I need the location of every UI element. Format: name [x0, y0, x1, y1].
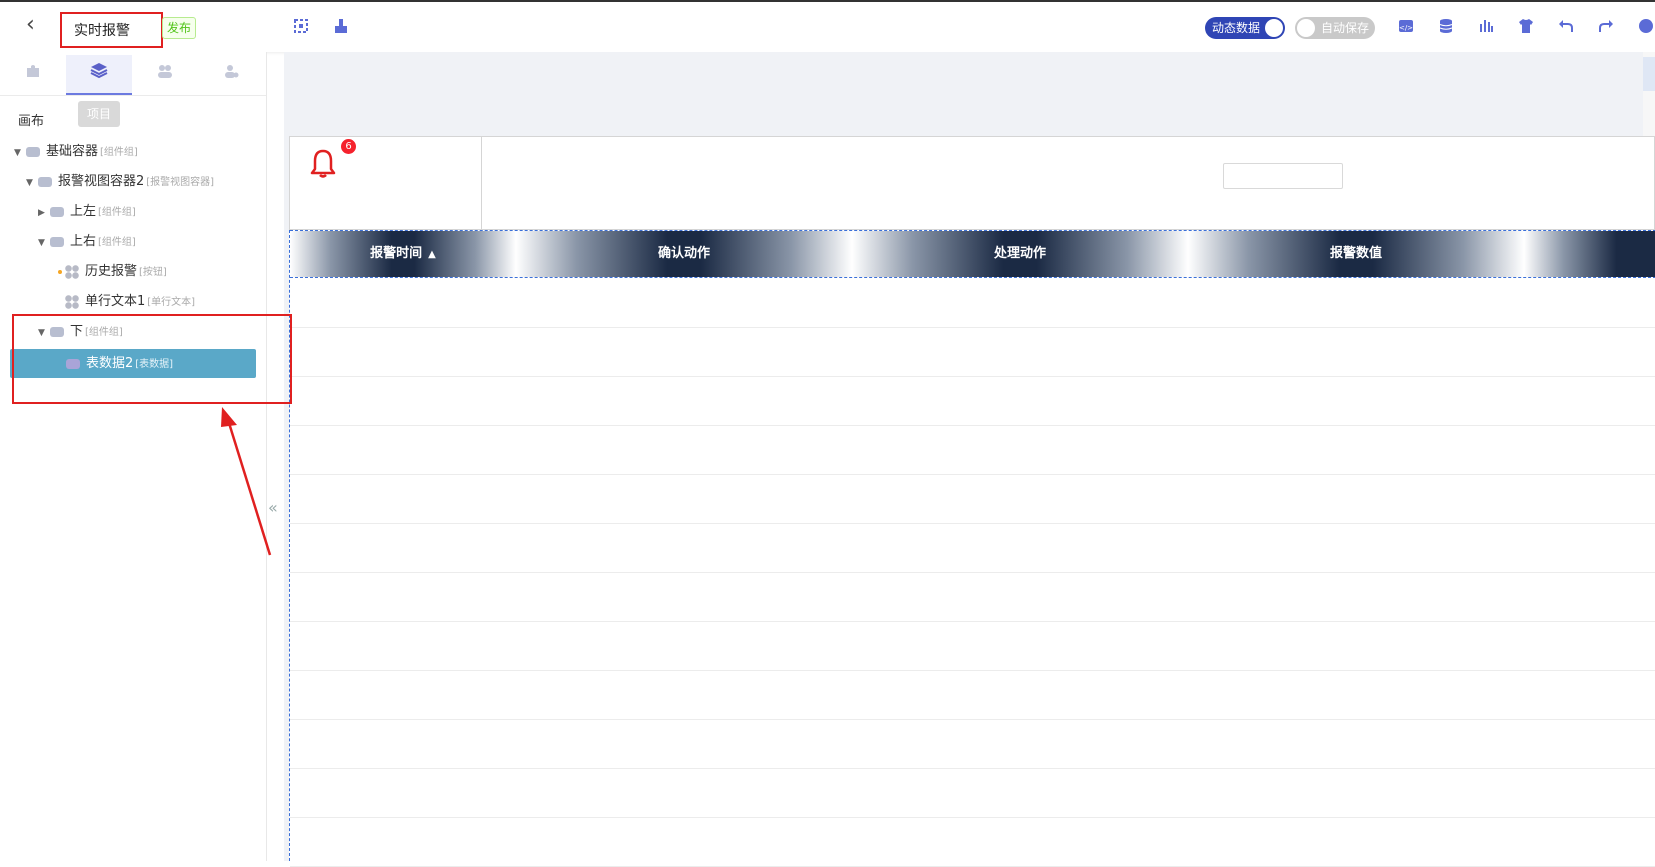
node-label: 上左 [70, 204, 97, 219]
bell-icon[interactable] [309, 148, 337, 178]
column-header-alarm-time[interactable]: 报警时间 ▲ [290, 231, 516, 277]
tab-divider [0, 95, 266, 96]
tab-components[interactable] [0, 55, 66, 93]
table-header: 报警时间 ▲ 确认动作 处理动作 报警数值 [290, 230, 1655, 278]
tab-user-settings[interactable] [198, 55, 264, 93]
table-row[interactable] [290, 768, 1655, 818]
info-icon[interactable] [1637, 18, 1655, 36]
dynamic-data-toggle[interactable]: 动态数据 [1205, 17, 1285, 39]
column-header-handle-action[interactable]: 处理动作 [852, 231, 1188, 277]
node-type: [单行文本] [147, 297, 196, 308]
node-type: [按钮] [139, 267, 167, 278]
publish-badge[interactable]: 发布 [162, 17, 197, 39]
column-label: 确认动作 [657, 246, 710, 261]
database-icon[interactable] [1437, 18, 1455, 36]
dynamic-data-label: 动态数据 [1212, 21, 1261, 35]
users-icon [158, 65, 172, 78]
alarm-table: 报警时间 ▲ 确认动作 处理动作 报警数值 [289, 230, 1655, 867]
node-label: 上右 [70, 234, 97, 249]
search-input[interactable] [1223, 163, 1343, 189]
folder-icon [50, 206, 64, 217]
caret-down-icon[interactable]: ▼ [38, 231, 50, 255]
node-label: 报警视图容器2 [58, 174, 145, 189]
tab-users[interactable] [132, 55, 198, 93]
table-row[interactable] [290, 621, 1655, 671]
table-row[interactable] [290, 670, 1655, 720]
table-row[interactable] [290, 278, 1655, 328]
undo-icon[interactable] [1557, 18, 1575, 36]
component-icon [65, 294, 79, 309]
tree-node[interactable]: 历史报警 [按钮] [58, 260, 167, 284]
node-type: [组件组] [100, 147, 138, 158]
container-icon [38, 176, 52, 187]
puzzle-icon [27, 65, 39, 77]
alarm-header-panel [289, 136, 1655, 230]
back-icon[interactable]: ‹ [26, 12, 35, 37]
user-gear-icon [225, 65, 239, 78]
tree-node[interactable]: ▼ 基础容器 [组件组] [14, 140, 138, 164]
select-icon[interactable] [292, 18, 310, 36]
tree-node[interactable]: 单行文本1 [单行文本] [65, 290, 195, 314]
column-header-partial[interactable] [1524, 231, 1655, 277]
folder-icon [26, 146, 40, 157]
table-row[interactable] [290, 817, 1655, 867]
table-row[interactable] [290, 425, 1655, 475]
node-type: [组件组] [98, 237, 136, 248]
table-row[interactable] [290, 474, 1655, 524]
auto-save-toggle[interactable]: 自动保存 [1295, 17, 1375, 39]
table-row[interactable] [290, 572, 1655, 622]
column-label: 报警数值 [1329, 246, 1382, 261]
tab-layers[interactable] [66, 55, 132, 95]
column-header-alarm-value[interactable]: 报警数值 [1188, 231, 1524, 277]
column-label: 报警时间 [370, 246, 423, 261]
auto-save-label: 自动保存 [1321, 21, 1370, 35]
code-icon[interactable]: </> [1397, 18, 1415, 36]
node-label: 历史报警 [85, 264, 138, 279]
table-row[interactable] [290, 376, 1655, 426]
node-type: [报警视图容器] [146, 177, 215, 188]
chart-icon[interactable] [1477, 18, 1495, 36]
layers-icon [90, 63, 108, 79]
caret-down-icon[interactable]: ▼ [14, 141, 26, 165]
toggle-knob [1265, 19, 1283, 37]
redo-icon[interactable] [1597, 18, 1615, 36]
caret-right-icon[interactable]: ▶ [38, 201, 50, 225]
page-title: 实时报警 [60, 12, 163, 48]
node-label: 单行文本1 [85, 294, 146, 309]
annotation-highlight-box [12, 314, 292, 404]
table-row[interactable] [290, 719, 1655, 769]
tooltip: 项目 [78, 101, 120, 127]
column-label: 处理动作 [993, 246, 1046, 261]
brush-icon[interactable] [332, 18, 350, 36]
toggle-knob [1297, 19, 1315, 37]
component-icon [65, 264, 79, 279]
header-divider [481, 136, 482, 230]
column-header-confirm-action[interactable]: 确认动作 [516, 231, 852, 277]
top-toolbar: ‹ 实时报警 发布 动态数据 自动保存 </> [0, 0, 1655, 52]
sort-ascending-icon[interactable]: ▲ [428, 232, 436, 278]
tree-node[interactable]: ▼ 报警视图容器2 [报警视图容器] [26, 170, 214, 194]
caret-down-icon[interactable]: ▼ [26, 171, 38, 195]
table-row[interactable] [290, 327, 1655, 377]
node-label: 基础容器 [46, 144, 99, 159]
canvas-label[interactable]: 画布 [18, 110, 44, 129]
scrollbar-thumb[interactable] [1643, 57, 1655, 91]
svg-text:</>: </> [1399, 24, 1413, 32]
theme-icon[interactable] [1517, 18, 1535, 36]
tree-node[interactable]: ▶ 上左 [组件组] [38, 200, 136, 224]
table-row[interactable] [290, 523, 1655, 573]
status-dot [58, 269, 62, 274]
alarm-count-badge: 6 [341, 139, 356, 154]
node-type: [组件组] [98, 207, 136, 218]
annotation-arrow-icon [221, 407, 272, 556]
folder-icon [50, 236, 64, 247]
tree-node[interactable]: ▼ 上右 [组件组] [38, 230, 136, 254]
